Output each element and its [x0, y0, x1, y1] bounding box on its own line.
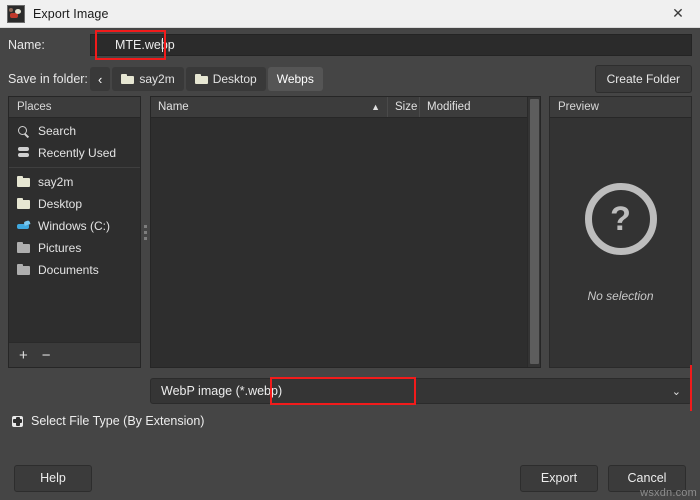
- folder-icon: [195, 74, 208, 84]
- column-header-size[interactable]: Size: [388, 97, 420, 117]
- breadcrumb-item-desktop[interactable]: Desktop: [186, 67, 266, 91]
- text-caret: [162, 38, 163, 52]
- recently-used-icon: [17, 147, 31, 159]
- help-button[interactable]: Help: [14, 465, 92, 492]
- save-in-folder-label: Save in folder:: [8, 72, 90, 86]
- close-icon[interactable]: ✕: [656, 0, 700, 27]
- folder-icon: [17, 242, 31, 254]
- breadcrumb-item-webps[interactable]: Webps: [268, 67, 323, 91]
- save-in-folder-row: Save in folder: ‹ say2m Desktop Webps Cr…: [0, 62, 700, 96]
- breadcrumb-back-icon[interactable]: ‹: [90, 67, 110, 91]
- places-header: Places: [9, 97, 140, 118]
- name-label: Name:: [8, 38, 90, 52]
- titlebar: Export Image ✕: [0, 0, 700, 28]
- places-list: Search Recently Used say2m Desktop: [9, 118, 140, 342]
- folder-icon: [17, 264, 31, 276]
- places-item-label: Search: [38, 124, 76, 138]
- dialog-footer: Help Export Cancel: [0, 456, 700, 500]
- places-item-recently-used[interactable]: Recently Used: [9, 142, 140, 164]
- column-header-label: Modified: [427, 101, 470, 113]
- name-row: Name:: [0, 28, 700, 62]
- chevron-down-icon: ⌄: [672, 385, 681, 398]
- places-item-windows-c[interactable]: Windows (C:): [9, 215, 140, 237]
- file-list-panel: Name ▲ Size Modified: [150, 96, 541, 368]
- column-header-label: Size: [395, 101, 417, 113]
- places-item-label: Desktop: [38, 197, 82, 211]
- column-header-label: Name: [158, 101, 189, 113]
- folder-icon: [17, 176, 31, 188]
- preview-header: Preview: [550, 97, 691, 118]
- folder-icon: [17, 198, 31, 210]
- sort-ascending-icon: ▲: [371, 102, 380, 112]
- select-file-type-label: Select File Type (By Extension): [31, 414, 204, 428]
- remove-place-button[interactable]: −: [42, 348, 51, 363]
- question-mark-icon: ?: [585, 183, 657, 255]
- filename-input[interactable]: [90, 34, 692, 56]
- create-folder-button[interactable]: Create Folder: [595, 65, 692, 93]
- export-image-dialog: Export Image ✕ Name: Save in folder: ‹ s…: [0, 0, 700, 500]
- places-item-say2m[interactable]: say2m: [9, 171, 140, 193]
- places-item-label: Recently Used: [38, 146, 116, 160]
- places-item-label: Windows (C:): [38, 219, 110, 233]
- breadcrumb-label: Desktop: [213, 72, 257, 86]
- add-place-button[interactable]: +: [19, 348, 28, 363]
- expander-icon: [12, 416, 23, 427]
- column-header-modified[interactable]: Modified: [420, 97, 540, 117]
- places-footer: + −: [9, 342, 140, 367]
- gimp-wilber-icon: [7, 5, 25, 23]
- window-title: Export Image: [33, 7, 109, 21]
- places-panel: Places Search Recently Used say2m Des: [8, 96, 141, 368]
- preview-panel: Preview ? No selection: [549, 96, 692, 368]
- breadcrumb-item-say2m[interactable]: say2m: [112, 67, 183, 91]
- search-icon: [17, 125, 31, 137]
- places-item-label: say2m: [38, 175, 73, 189]
- filetype-select[interactable]: WebP image (*.webp) ⌄: [150, 378, 692, 404]
- folder-icon: [121, 74, 134, 84]
- dialog-body: Places Search Recently Used say2m Des: [0, 96, 700, 368]
- places-item-desktop[interactable]: Desktop: [9, 193, 140, 215]
- places-item-search[interactable]: Search: [9, 120, 140, 142]
- places-item-label: Pictures: [38, 241, 81, 255]
- name-input-wrap: [90, 34, 692, 56]
- file-list-rows[interactable]: [151, 118, 540, 367]
- splitter-handle-icon: [144, 225, 147, 240]
- breadcrumb-label: say2m: [139, 72, 174, 86]
- breadcrumb: ‹ say2m Desktop Webps: [90, 67, 323, 91]
- select-file-type-expander[interactable]: Select File Type (By Extension): [0, 407, 700, 435]
- file-list-header: Name ▲ Size Modified: [151, 97, 540, 118]
- file-list-scrollbar[interactable]: [527, 97, 540, 367]
- places-divider: [9, 167, 140, 168]
- preview-body: ? No selection: [550, 118, 691, 367]
- breadcrumb-label: Webps: [277, 72, 314, 86]
- export-button[interactable]: Export: [520, 465, 598, 492]
- places-item-pictures[interactable]: Pictures: [9, 237, 140, 259]
- column-header-name[interactable]: Name ▲: [151, 97, 388, 117]
- places-item-label: Documents: [38, 263, 99, 277]
- scrollbar-thumb[interactable]: [530, 99, 539, 364]
- preview-status: No selection: [587, 289, 653, 303]
- filetype-row: WebP image (*.webp) ⌄: [0, 375, 700, 407]
- watermark: wsxdn.com: [640, 487, 697, 499]
- places-item-documents[interactable]: Documents: [9, 259, 140, 281]
- panel-splitter[interactable]: [141, 96, 150, 368]
- drive-icon: [17, 220, 31, 232]
- filetype-selected-label: WebP image (*.webp): [161, 384, 282, 398]
